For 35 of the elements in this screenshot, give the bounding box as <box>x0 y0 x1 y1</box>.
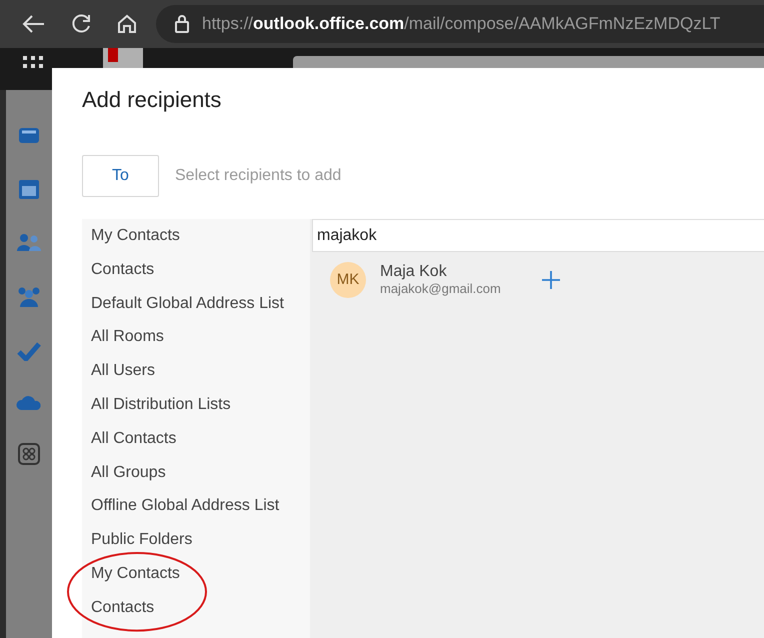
home-icon[interactable] <box>116 13 138 35</box>
address-list-item[interactable]: All Users <box>82 354 310 388</box>
avatar: MK <box>330 262 366 298</box>
address-list-item[interactable]: My Contacts <box>82 219 310 253</box>
address-list-item[interactable]: Default Global Address List <box>82 286 310 320</box>
app-logo-icon <box>108 48 118 62</box>
mail-icon[interactable] <box>18 125 40 145</box>
address-bar[interactable]: https://outlook.office.com/mail/compose/AAMkAGFmNzEzMDQzLT <box>156 5 764 43</box>
address-list-item[interactable]: Offline Global Address List <box>82 489 310 524</box>
dialog-title: Add recipients <box>82 86 222 114</box>
address-list-item[interactable]: All Groups <box>82 456 310 490</box>
address-list-item[interactable]: All Rooms <box>82 320 310 354</box>
checkmark-icon[interactable] <box>17 341 41 361</box>
cloud-icon[interactable] <box>16 394 42 410</box>
to-button[interactable]: To <box>82 155 159 197</box>
plus-icon <box>540 270 561 290</box>
lock-icon[interactable] <box>174 14 190 34</box>
address-list-item[interactable]: Contacts <box>82 590 310 625</box>
address-list-item[interactable]: Public Folders <box>82 523 310 557</box>
people-icon[interactable] <box>17 233 41 253</box>
contact-name: Maja Kok <box>380 263 448 281</box>
groups-icon[interactable] <box>16 286 42 308</box>
address-list-item[interactable]: My Contacts <box>82 556 310 591</box>
address-list-item[interactable]: All Contacts <box>82 422 310 456</box>
address-list-item[interactable]: All Distribution Lists <box>82 388 310 422</box>
calendar-icon[interactable] <box>18 178 40 200</box>
back-icon[interactable] <box>22 14 46 34</box>
browser-tab[interactable] <box>103 48 143 68</box>
refresh-icon[interactable] <box>70 13 92 35</box>
contact-email: majakok@gmail.com <box>380 281 501 297</box>
recipients-field[interactable]: Select recipients to add <box>173 163 473 189</box>
search-field[interactable]: majakok <box>312 219 764 252</box>
url-text: https://outlook.office.com/mail/compose/AAMkAGFmNzEzMDQzLT <box>202 13 720 36</box>
apps-icon[interactable] <box>18 443 40 465</box>
address-list-item[interactable]: Contacts <box>82 252 310 287</box>
